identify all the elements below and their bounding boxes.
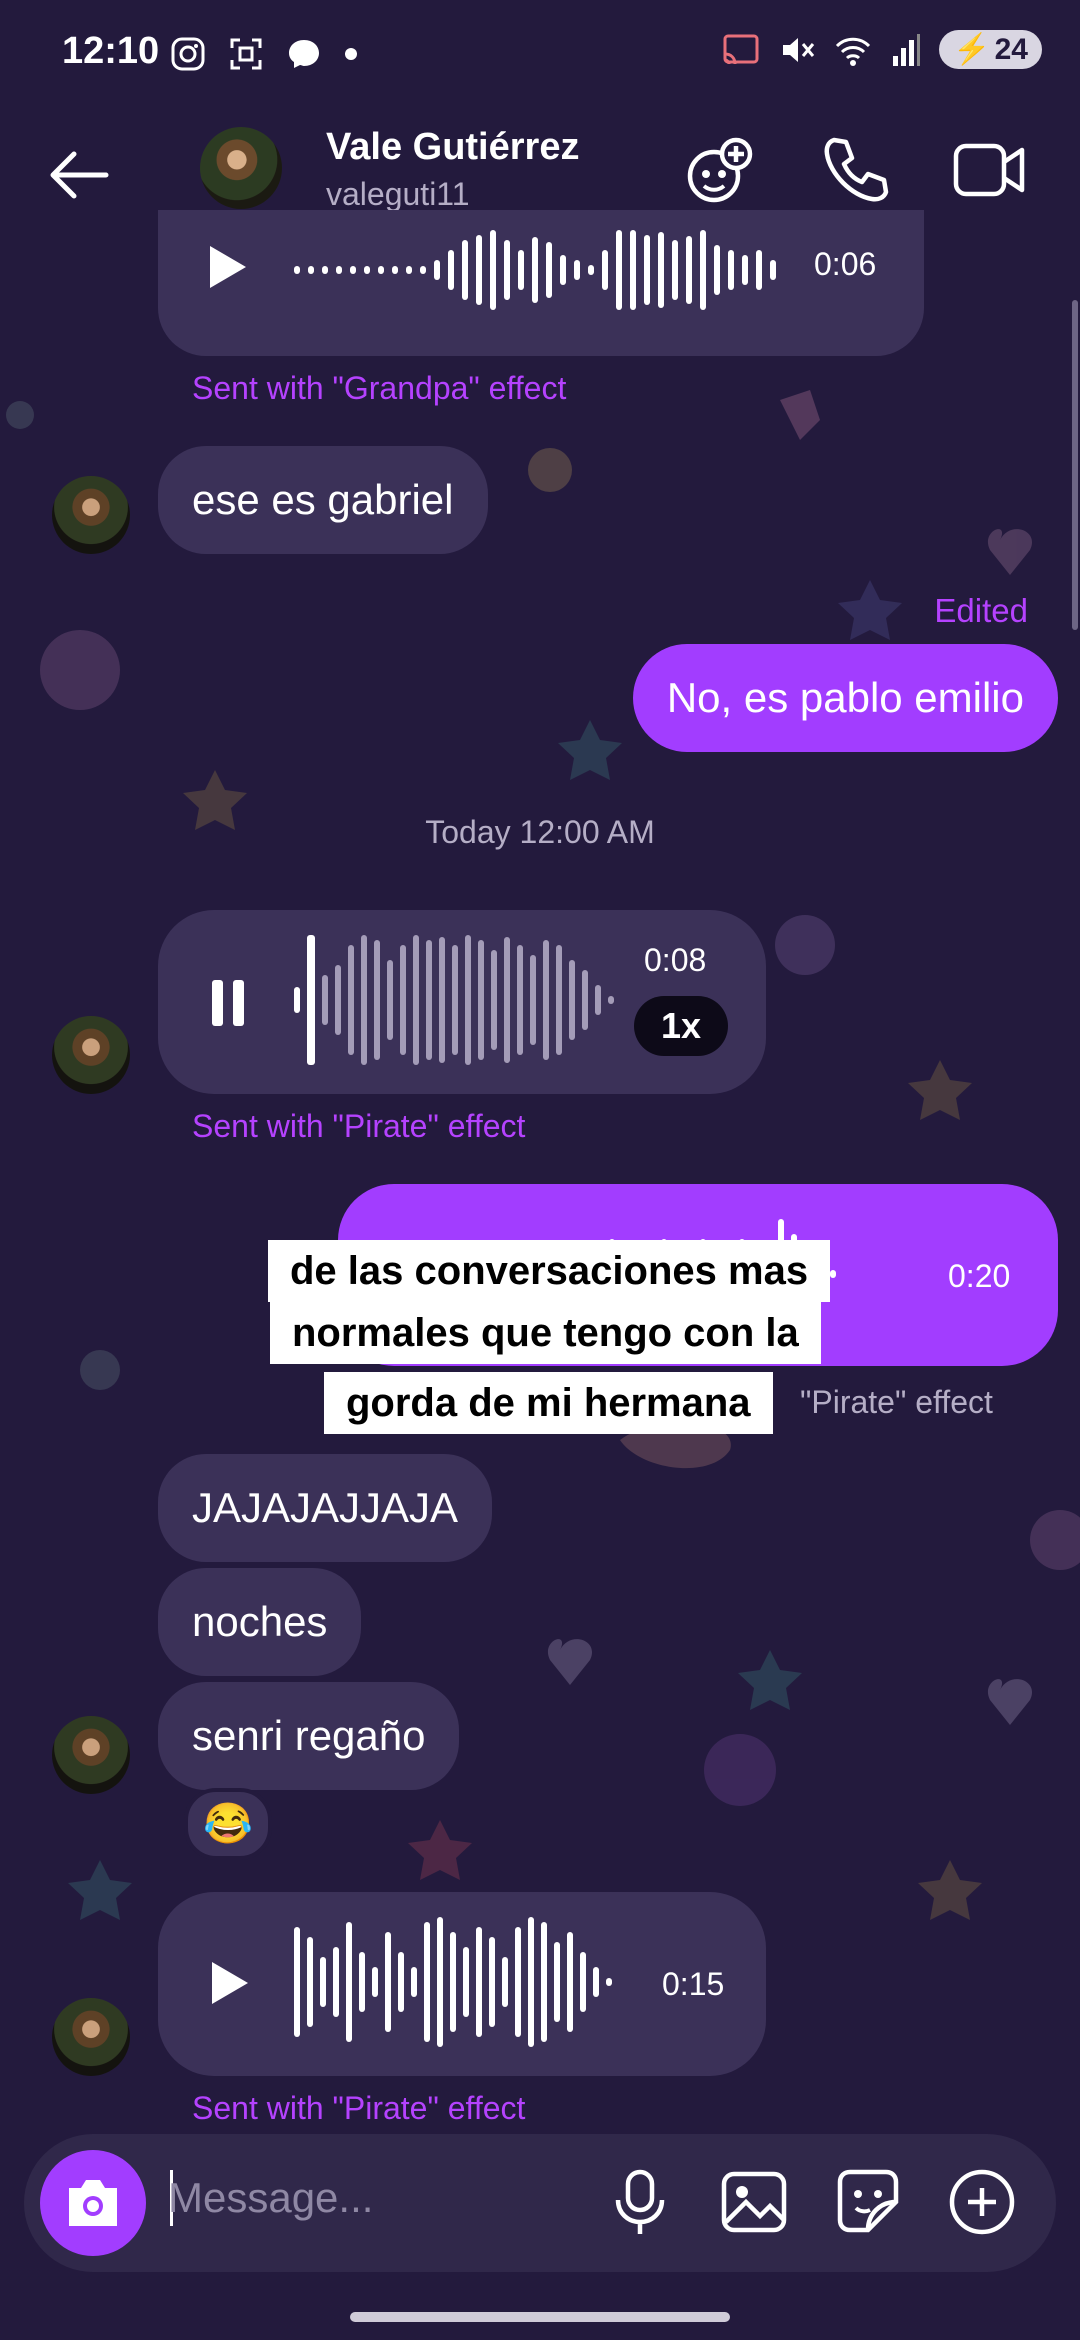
- play-icon[interactable]: [208, 1958, 252, 2008]
- effect-label: Sent with "Pirate" effect: [192, 2090, 526, 2126]
- message-bubble[interactable]: senri regaño: [158, 1682, 460, 1790]
- dot-icon: [345, 48, 357, 60]
- play-icon[interactable]: [206, 242, 250, 292]
- phone-icon[interactable]: [818, 132, 894, 208]
- message-input[interactable]: Message...: [168, 2174, 373, 2222]
- timestamp: Today 12:00 AM: [425, 814, 655, 850]
- charging-icon: ⚡: [953, 33, 991, 66]
- notification-icons: [170, 36, 358, 72]
- instagram-icon: [171, 37, 205, 71]
- message-composer: Message...: [24, 2134, 1056, 2272]
- camera-button[interactable]: [40, 2150, 146, 2256]
- gallery-icon[interactable]: [718, 2166, 790, 2238]
- effect-label: Sent with "Pirate" effect: [192, 1108, 526, 1144]
- sender-avatar[interactable]: [52, 1716, 130, 1794]
- voice-message[interactable]: 0:08 1x: [158, 910, 766, 1094]
- message-bubble[interactable]: ese es gabriel: [158, 446, 488, 554]
- microphone-icon[interactable]: [604, 2166, 676, 2238]
- status-bar: 12:10 ⚡ 24: [0, 0, 1080, 110]
- voice-duration: 0:15: [662, 1966, 725, 2002]
- sender-avatar[interactable]: [52, 476, 130, 554]
- video-caption-line: gorda de mi hermana: [324, 1372, 773, 1434]
- message-text: senri regaño: [192, 1712, 426, 1759]
- message-bubble[interactable]: JAJAJAJJAJA: [158, 1454, 493, 1562]
- message-text: No, es pablo emilio: [666, 674, 1024, 721]
- edited-label: Edited: [934, 592, 1028, 629]
- contact-username[interactable]: valeguti11: [326, 176, 470, 213]
- video-caption-line: normales que tengo con la: [270, 1302, 821, 1364]
- plus-icon[interactable]: [946, 2166, 1018, 2238]
- camera-icon: [69, 2180, 117, 2226]
- waveform[interactable]: [294, 1912, 612, 2052]
- waveform[interactable]: [294, 930, 614, 1070]
- wifi-icon: [836, 37, 871, 66]
- video-icon[interactable]: [952, 132, 1028, 208]
- sender-avatar[interactable]: [52, 1998, 130, 2076]
- messenger-icon: [289, 40, 319, 68]
- scrollbar[interactable]: [1072, 300, 1078, 630]
- message-bubble[interactable]: noches: [158, 1568, 362, 1676]
- cast-icon: [723, 34, 759, 64]
- mute-icon: [783, 37, 815, 62]
- outgoing-message[interactable]: No, es pablo emilio: [632, 644, 1058, 752]
- message-text: noches: [192, 1598, 328, 1645]
- contact-name[interactable]: Vale Gutiérrez: [326, 126, 579, 169]
- voice-duration: 0:08: [644, 942, 707, 978]
- playback-speed-button[interactable]: 1x: [634, 996, 728, 1056]
- add-people-icon[interactable]: [682, 132, 758, 208]
- back-arrow-icon[interactable]: [44, 140, 114, 210]
- sticker-icon[interactable]: [832, 2166, 904, 2238]
- waveform[interactable]: [294, 230, 776, 310]
- effect-label: Sent with "Grandpa" effect: [192, 370, 567, 406]
- video-caption-line: de las conversaciones mas: [268, 1240, 831, 1302]
- battery-indicator: ⚡ 24: [939, 30, 1042, 69]
- system-icons: ⚡ 24: [721, 30, 1042, 69]
- message-text: ese es gabriel: [192, 476, 454, 523]
- message-text: JAJAJAJJAJA: [192, 1484, 459, 1531]
- voice-duration: 0:20: [948, 1258, 1011, 1294]
- battery-level: 24: [994, 32, 1028, 66]
- status-time: 12:10: [62, 30, 160, 72]
- pause-icon[interactable]: [210, 978, 246, 1028]
- contact-avatar[interactable]: [200, 127, 282, 209]
- sender-avatar[interactable]: [52, 1016, 130, 1094]
- signal-icon: [893, 33, 921, 66]
- screenshot-icon: [230, 38, 262, 70]
- voice-message[interactable]: 0:15: [158, 1892, 766, 2076]
- effect-label: "Pirate" effect: [800, 1384, 993, 1420]
- home-indicator[interactable]: [350, 2312, 730, 2322]
- reaction-emoji[interactable]: 😂: [184, 1788, 272, 1860]
- voice-duration: 0:06: [814, 246, 877, 282]
- voice-message[interactable]: 0:06: [158, 210, 924, 356]
